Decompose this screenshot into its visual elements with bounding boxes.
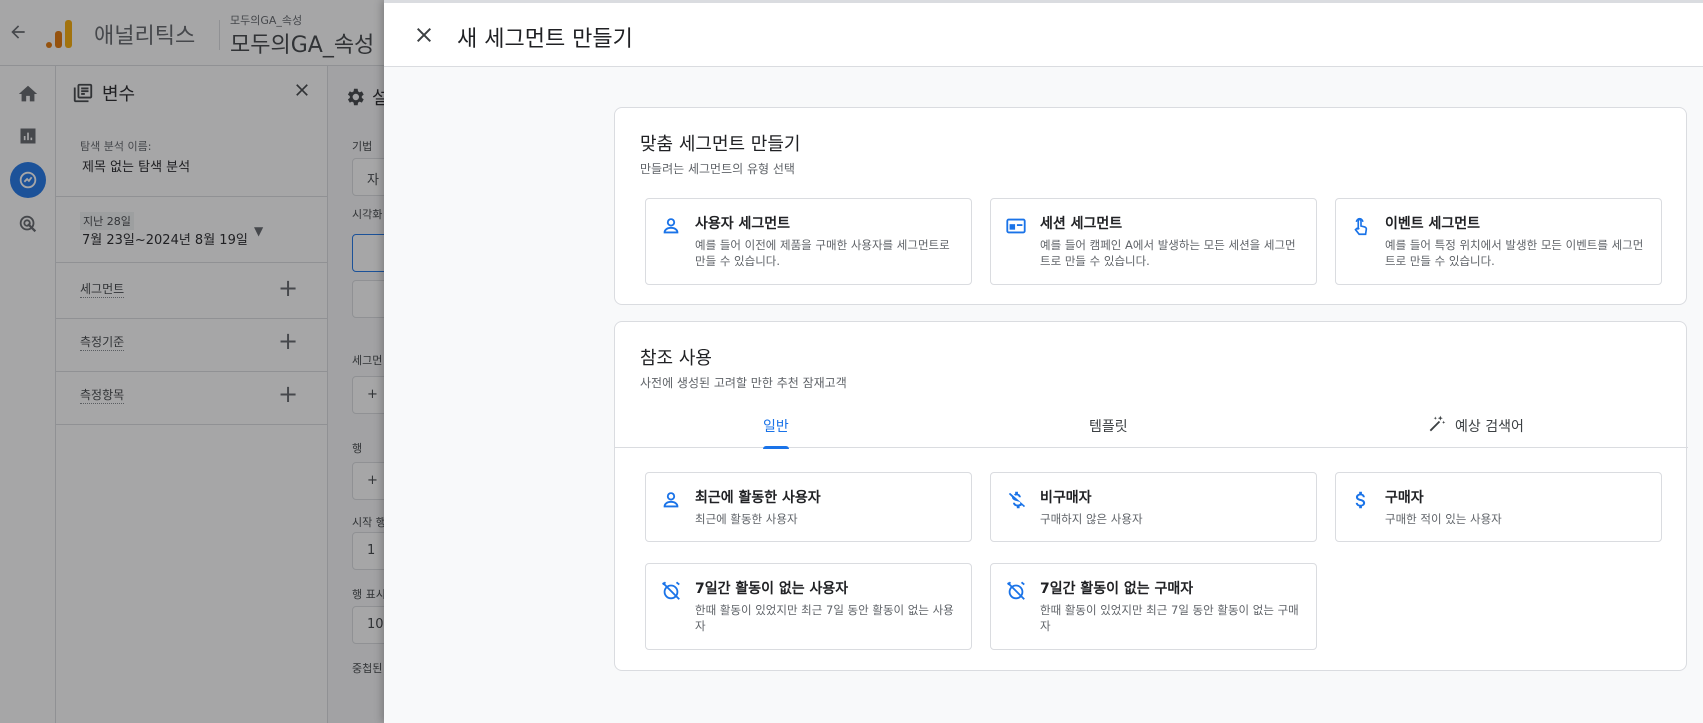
close-icon[interactable] [412,23,436,47]
dollar-icon [1350,489,1372,511]
tab-label: 예상 검색어 [1455,419,1524,435]
reference-card: 참조 사용 사전에 생성된 고려할 만한 추천 잠재고객 일반 템플릿 예상 검… [614,321,1688,671]
session-segment-option[interactable]: 세션 세그먼트 예를 들어 캠페인 A에서 발생하는 모든 세션을 세그먼트로 … [990,198,1317,285]
custom-segment-card: 맞춤 세그먼트 만들기 만들려는 세그먼트의 유형 선택 사용자 세그먼트 예를… [614,107,1687,305]
option-title: 비구매자 [1040,490,1092,506]
tab-label: 템플릿 [1089,419,1128,435]
option-title: 7일간 활동이 없는 구매자 [1040,581,1194,597]
event-segment-option[interactable]: 이벤트 세그먼트 예를 들어 특정 위치에서 발생한 모든 이벤트를 세그먼트로… [1335,198,1662,285]
option-description: 예를 들어 이전에 제품을 구매한 사용자를 세그먼트로 만들 수 있습니다. [695,238,950,268]
tab-templates[interactable]: 템플릿 [1089,404,1128,448]
custom-segment-subtitle: 만들려는 세그먼트의 유형 선택 [640,162,795,176]
reference-subtitle: 사전에 생성된 고려할 만한 추천 잠재고객 [640,376,847,390]
option-description: 한때 활동이 있었지만 최근 7일 동안 활동이 없는 구매자 [1040,603,1299,633]
option-title: 7일간 활동이 없는 사용자 [695,581,849,597]
suggestion-inactive-purchasers[interactable]: 7일간 활동이 없는 구매자 한때 활동이 있었지만 최근 7일 동안 활동이 … [990,563,1317,650]
suggestion-non-purchasers[interactable]: 비구매자 구매하지 않은 사용자 [990,472,1317,542]
reference-tabs: 일반 템플릿 예상 검색어 [615,404,1688,449]
option-title: 구매자 [1385,490,1424,506]
session-icon [1005,215,1027,237]
active-tab-indicator [763,446,789,449]
option-title: 사용자 세그먼트 [695,216,791,232]
option-title: 이벤트 세그먼트 [1385,216,1481,232]
drawer-title: 새 세그먼트 만들기 [457,27,633,52]
magic-wand-icon [1427,414,1447,438]
drawer-header: 새 세그먼트 만들기 [384,0,1703,67]
option-description: 구매한 적이 있는 사용자 [1385,512,1502,526]
alarm-off-icon [660,580,682,602]
person-icon [660,215,682,237]
alarm-off-icon [1005,580,1027,602]
option-description: 구매하지 않은 사용자 [1040,512,1143,526]
tab-label: 일반 [763,419,789,435]
tab-general[interactable]: 일반 [763,404,789,449]
reference-title: 참조 사용 [640,348,712,369]
suggestion-inactive-users[interactable]: 7일간 활동이 없는 사용자 한때 활동이 있었지만 최근 7일 동안 활동이 … [645,563,972,650]
option-description: 최근에 활동한 사용자 [695,512,798,526]
option-title: 최근에 활동한 사용자 [695,490,821,506]
option-description: 예를 들어 캠페인 A에서 발생하는 모든 세션을 세그먼트로 만들 수 있습니… [1040,238,1296,268]
option-description: 한때 활동이 있었지만 최근 7일 동안 활동이 없는 사용자 [695,603,954,633]
option-title: 세션 세그먼트 [1040,216,1123,232]
new-segment-drawer: 새 세그먼트 만들기 맞춤 세그먼트 만들기 만들려는 세그먼트의 유형 선택 … [384,0,1703,723]
user-segment-option[interactable]: 사용자 세그먼트 예를 들어 이전에 제품을 구매한 사용자를 세그먼트로 만들… [645,198,972,285]
suggestion-purchasers[interactable]: 구매자 구매한 적이 있는 사용자 [1335,472,1662,542]
custom-segment-title: 맞춤 세그먼트 만들기 [640,134,801,155]
suggestion-recent-users[interactable]: 최근에 활동한 사용자 최근에 활동한 사용자 [645,472,972,542]
touch-icon [1350,215,1372,237]
tab-predictive[interactable]: 예상 검색어 [1427,404,1524,448]
money-off-icon [1005,489,1027,511]
option-description: 예를 들어 특정 위치에서 발생한 모든 이벤트를 세그먼트로 만들 수 있습니… [1385,238,1644,268]
person-icon [660,489,682,511]
